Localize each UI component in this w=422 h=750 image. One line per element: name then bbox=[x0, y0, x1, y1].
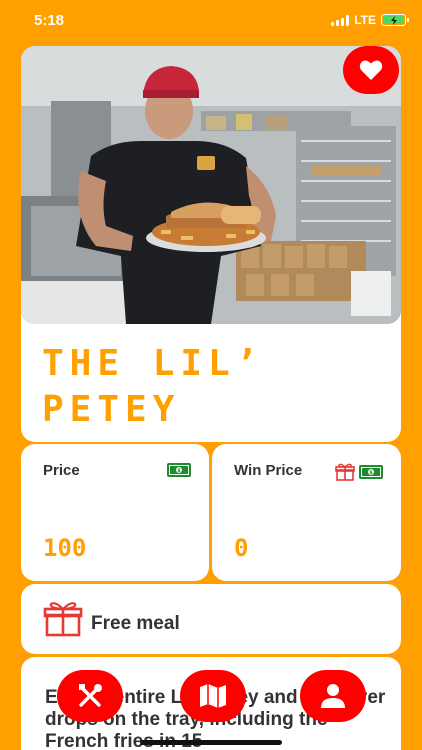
network-label: LTE bbox=[354, 13, 376, 27]
nav-food-button[interactable] bbox=[57, 670, 123, 722]
gift-icon bbox=[43, 602, 83, 637]
price-icons: $ bbox=[167, 463, 191, 477]
person-icon bbox=[321, 684, 345, 708]
map-icon bbox=[200, 684, 226, 708]
fork-knife-icon bbox=[79, 684, 102, 707]
cash-icon: $ bbox=[359, 465, 383, 479]
battery-icon bbox=[381, 14, 409, 26]
price-label: Price bbox=[43, 462, 80, 479]
challenge-title: The Lil’ Petey bbox=[42, 343, 264, 430]
svg-text:$: $ bbox=[369, 470, 373, 476]
svg-text:$: $ bbox=[177, 468, 181, 474]
home-indicator bbox=[140, 740, 282, 745]
price-card: Price $ 100 bbox=[21, 444, 209, 581]
challenge-photo bbox=[21, 46, 401, 324]
challenge-hero-card: The Lil’ Petey bbox=[21, 46, 401, 442]
win-price-value: 0 bbox=[234, 534, 249, 562]
status-bar: 5:18 LTE bbox=[0, 0, 422, 40]
gift-icon bbox=[335, 463, 355, 481]
win-price-label: Win Price bbox=[234, 462, 303, 479]
favorite-button[interactable] bbox=[343, 46, 399, 94]
signal-icon bbox=[331, 14, 350, 26]
nav-map-button[interactable] bbox=[180, 670, 246, 722]
reward-label: Free meal bbox=[91, 613, 180, 634]
win-price-icons: $ bbox=[335, 463, 383, 481]
reward-card: Free meal bbox=[21, 584, 401, 654]
nav-profile-button[interactable] bbox=[300, 670, 366, 722]
win-price-card: Win Price $ 0 bbox=[212, 444, 401, 581]
price-value: 100 bbox=[43, 534, 87, 562]
status-time: 5:18 bbox=[34, 12, 65, 29]
heart-icon bbox=[359, 60, 383, 80]
cash-icon: $ bbox=[167, 463, 191, 477]
status-indicators: LTE bbox=[331, 13, 409, 27]
